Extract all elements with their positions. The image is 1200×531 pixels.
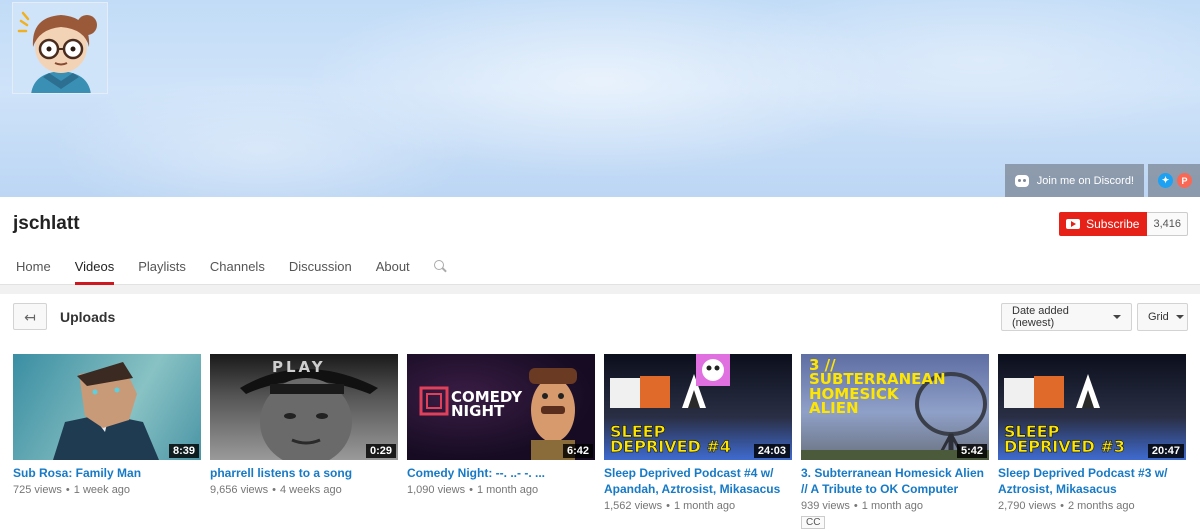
- video-thumbnail[interactable]: 3 // SUBTERRANEAN HOMESICK ALIEN 5:42: [801, 354, 989, 460]
- video-title[interactable]: Sub Rosa: Family Man: [13, 465, 201, 481]
- meta-separator: [272, 484, 276, 496]
- meta-separator: [854, 500, 858, 512]
- twitter-icon[interactable]: ✦: [1158, 173, 1173, 188]
- upload-age: 1 month ago: [861, 500, 923, 512]
- back-arrow-icon: ↤: [24, 308, 36, 325]
- video-card: SLEEP DEPRIVED #4 24:03 Sleep Deprived P…: [604, 354, 792, 530]
- channel-tabs: Home Videos Playlists Channels Discussio…: [0, 251, 448, 285]
- video-thumbnail[interactable]: 8:39: [13, 354, 201, 460]
- subscribe-button[interactable]: Subscribe: [1059, 212, 1148, 236]
- video-thumbnail[interactable]: SLEEP DEPRIVED #3 20:47: [998, 354, 1186, 460]
- video-card: PLAY 0:29 pharrell listens to a song 9,6…: [210, 354, 398, 530]
- video-meta: 9,656 views 4 weeks ago: [210, 484, 398, 496]
- closed-captions-badge: CC: [801, 516, 826, 529]
- tab-about[interactable]: About: [376, 251, 410, 285]
- view-count: 2,790 views: [998, 500, 1057, 512]
- channel-avatar[interactable]: [12, 2, 108, 94]
- tab-playlists[interactable]: Playlists: [138, 251, 186, 285]
- thumbnail-text: SLEEP DEPRIVED #3: [1004, 422, 1125, 457]
- view-dropdown[interactable]: Grid: [1137, 303, 1188, 331]
- upload-age: 1 month ago: [673, 500, 736, 512]
- video-title[interactable]: pharrell listens to a song: [210, 465, 398, 481]
- video-duration: 0:29: [365, 444, 396, 458]
- tab-discussion[interactable]: Discussion: [289, 251, 352, 285]
- discord-icon: [1014, 174, 1029, 187]
- search-icon[interactable]: [433, 260, 448, 274]
- video-title[interactable]: Sleep Deprived Podcast #4 w/ Apandah, Az…: [604, 465, 792, 497]
- video-meta: 1,562 views 1 month ago: [604, 500, 792, 512]
- video-meta: 1,090 views 1 month ago: [407, 484, 595, 496]
- channel-header: jschlatt Subscribe 3,416 Home Videos Pla…: [0, 197, 1200, 285]
- thumbnail-text: 3 // SUBTERRANEAN HOMESICK ALIEN: [809, 356, 946, 417]
- video-title[interactable]: Comedy Night: --. ..- -. ...: [407, 465, 595, 481]
- video-card: 3 // SUBTERRANEAN HOMESICK ALIEN 5:42 3.…: [801, 354, 989, 530]
- meta-separator: [666, 500, 670, 512]
- upload-age: 1 month ago: [476, 484, 539, 496]
- section-title: Uploads: [60, 309, 116, 325]
- video-duration: 5:42: [956, 444, 987, 458]
- video-title[interactable]: Sleep Deprived Podcast #3 w/ Aztrosist, …: [998, 465, 1186, 497]
- sort-dropdown[interactable]: Date added (newest): [1001, 303, 1132, 331]
- view-count: 1,562 views: [604, 500, 663, 512]
- tab-home[interactable]: Home: [16, 251, 51, 285]
- chevron-down-icon: [1113, 315, 1121, 319]
- video-meta: 725 views 1 week ago: [13, 484, 201, 496]
- meta-separator: [469, 484, 473, 496]
- patreon-icon[interactable]: P: [1177, 173, 1192, 188]
- subscriber-count: 3,416: [1147, 212, 1188, 236]
- view-label: Grid: [1148, 311, 1169, 323]
- video-meta: 2,790 views 2 months ago: [998, 500, 1186, 512]
- upload-age: 1 week ago: [73, 484, 131, 496]
- subscribe-widget: Subscribe 3,416: [1059, 212, 1188, 236]
- discord-label: Join me on Discord!: [1036, 174, 1134, 187]
- subscribe-label: Subscribe: [1086, 217, 1140, 231]
- video-thumbnail[interactable]: PLAY 0:29: [210, 354, 398, 460]
- thumbnail-text: COMEDY NIGHT: [451, 388, 523, 421]
- video-duration: 8:39: [168, 444, 199, 458]
- banner-links: Join me on Discord! ✦ P: [1004, 164, 1200, 197]
- video-thumbnail[interactable]: SLEEP DEPRIVED #4 24:03: [604, 354, 792, 460]
- video-title[interactable]: 3. Subterranean Homesick Alien // A Trib…: [801, 465, 989, 497]
- sort-label: Date added (newest): [1012, 305, 1069, 329]
- view-count: 725 views: [13, 484, 62, 496]
- youtube-play-icon: [1066, 219, 1081, 229]
- thumbnail-text: SLEEP DEPRIVED #4: [610, 422, 731, 457]
- chevron-down-icon: [1175, 315, 1184, 319]
- channel-name[interactable]: jschlatt: [13, 213, 80, 235]
- video-card: 8:39 Sub Rosa: Family Man 725 views 1 we…: [13, 354, 201, 530]
- video-card: COMEDY NIGHT 6:42 Comedy Night: --. ..- …: [407, 354, 595, 530]
- tab-channels[interactable]: Channels: [210, 251, 265, 285]
- video-duration: 20:47: [1147, 444, 1184, 458]
- upload-age: 2 months ago: [1067, 500, 1135, 512]
- meta-separator: [1060, 500, 1064, 512]
- video-thumbnail[interactable]: COMEDY NIGHT 6:42: [407, 354, 595, 460]
- channel-banner: Join me on Discord! ✦ P: [0, 0, 1200, 197]
- social-links: ✦ P: [1148, 164, 1200, 197]
- thumbnail-text: PLAY: [272, 358, 326, 376]
- view-count: 939 views: [801, 500, 850, 512]
- uploads-section: ↤ Uploads Date added (newest) Grid 8:39: [0, 294, 1200, 531]
- discord-link[interactable]: Join me on Discord!: [1004, 164, 1144, 197]
- upload-age: 4 weeks ago: [279, 484, 342, 496]
- avatar-illustration: [13, 3, 107, 93]
- video-duration: 24:03: [753, 444, 790, 458]
- tab-videos[interactable]: Videos: [74, 251, 114, 285]
- view-count: 1,090 views: [407, 484, 466, 496]
- video-card: SLEEP DEPRIVED #3 20:47 Sleep Deprived P…: [998, 354, 1186, 530]
- meta-separator: [66, 484, 70, 496]
- video-meta: 939 views 1 month ago: [801, 500, 989, 512]
- back-button[interactable]: ↤: [13, 303, 47, 330]
- view-count: 9,656 views: [210, 484, 269, 496]
- video-duration: 6:42: [562, 444, 593, 458]
- video-grid: 8:39 Sub Rosa: Family Man 725 views 1 we…: [13, 354, 1186, 530]
